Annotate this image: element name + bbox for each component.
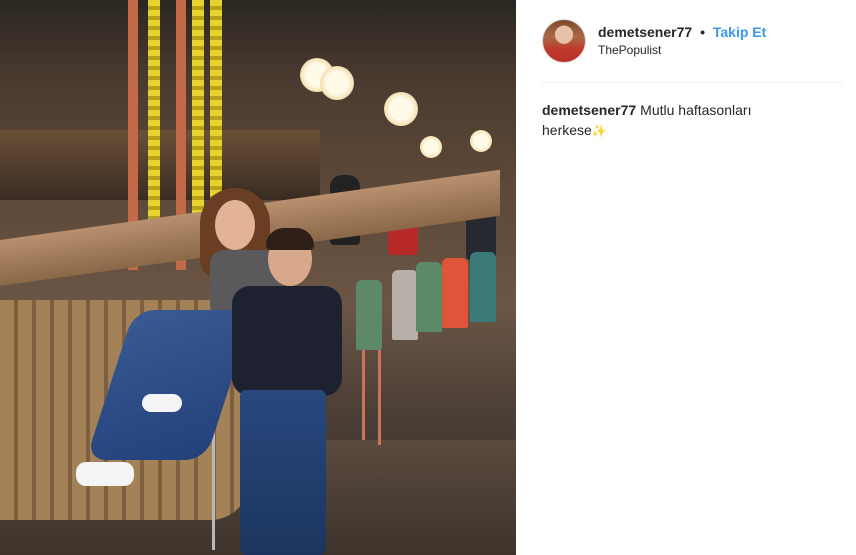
photo-stool [356, 280, 382, 350]
username-link[interactable]: demetsener77 [598, 24, 692, 40]
photo-garland [148, 0, 160, 240]
photo-shoe [76, 462, 134, 486]
post-photo[interactable] [0, 0, 516, 555]
header-meta: demetsener77 • Takip Et ThePopulist [598, 23, 766, 59]
location-link[interactable]: ThePopulist [598, 41, 766, 59]
photo-garland [192, 0, 204, 240]
header-divider [542, 82, 842, 83]
photo-stool-leg [362, 350, 365, 440]
photo-lamp [420, 136, 442, 158]
photo-stool [392, 270, 418, 340]
separator-dot: • [700, 24, 705, 40]
profile-avatar[interactable] [542, 19, 586, 63]
caption-username-link[interactable]: demetsener77 [542, 102, 636, 118]
photo-lamp [320, 66, 354, 100]
photo-boy-top [232, 286, 342, 396]
photo-stool-leg [378, 350, 381, 445]
photo-bottle-shelf [0, 130, 320, 200]
photo-lamp [470, 130, 492, 152]
follow-button[interactable]: Takip Et [713, 24, 766, 40]
photo-lamp [384, 92, 418, 126]
photo-shoe [142, 394, 182, 412]
photo-stool [416, 262, 442, 332]
photo-ceiling [0, 0, 516, 80]
photo-boy-jeans [240, 390, 326, 555]
instagram-post: demetsener77 • Takip Et ThePopulist deme… [0, 0, 856, 555]
sparkles-icon: ✨ [591, 124, 607, 138]
photo-stool [470, 252, 496, 322]
photo-woman-face [215, 200, 255, 250]
photo-stool [442, 258, 468, 328]
header-row: demetsener77 • Takip Et [598, 23, 766, 41]
post-header: demetsener77 • Takip Et ThePopulist [542, 18, 842, 64]
post-caption: demetsener77 Mutlu haftasonları herkese✨ [542, 100, 812, 141]
photo-boy-hair [266, 228, 314, 250]
post-sidebar: demetsener77 • Takip Et ThePopulist deme… [516, 0, 856, 555]
